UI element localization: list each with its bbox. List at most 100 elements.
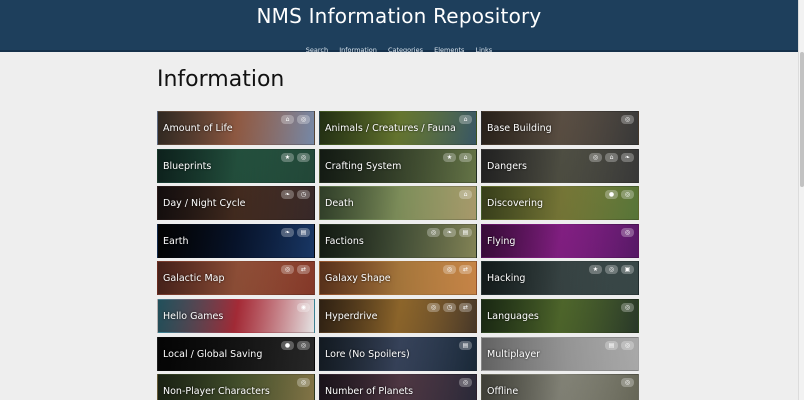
info-icon[interactable]: ◎ [297, 153, 310, 162]
nav-link-information[interactable]: Information [339, 46, 377, 54]
topic-tile[interactable]: Dangers ◎ ⌂ ❧ [481, 149, 639, 183]
nav-link-categories[interactable]: Categories [388, 46, 423, 54]
topic-tile-label: Galaxy Shape [325, 273, 391, 284]
link-icon[interactable]: ⇄ [297, 265, 310, 274]
tile-badges: ★ ◎ ▣ [589, 265, 634, 274]
topic-tile[interactable]: Non-Player Characters ◎ [157, 374, 315, 400]
info-icon[interactable]: ◎ [589, 153, 602, 162]
tag-icon[interactable]: ⌂ [459, 153, 472, 162]
tile-badges: ◎ ⇄ [281, 265, 310, 274]
tile-badges: ◎ ◷ ⇄ [427, 303, 472, 312]
topic-tile[interactable]: Galactic Map ◎ ⇄ [157, 261, 315, 295]
tile-badges: ◎ [297, 378, 310, 387]
info-icon[interactable]: ◎ [459, 378, 472, 387]
star-icon[interactable]: ★ [281, 153, 294, 162]
info-icon[interactable]: ◎ [297, 378, 310, 387]
pin-icon[interactable]: ● [605, 190, 618, 199]
clock-icon[interactable]: ◷ [297, 190, 310, 199]
top-nav: Search Information Categories Elements L… [0, 37, 798, 56]
nav-link-elements[interactable]: Elements [434, 46, 464, 54]
info-icon[interactable]: ◎ [621, 378, 634, 387]
topic-tile[interactable]: Offline ◎ [481, 374, 639, 400]
info-icon[interactable]: ◎ [621, 303, 634, 312]
info-icon[interactable]: ◎ [621, 228, 634, 237]
clock-icon[interactable]: ◷ [443, 303, 456, 312]
topic-tile-label: Hello Games [163, 311, 224, 322]
topic-tile-label: Discovering [487, 198, 544, 209]
topic-tile[interactable]: Hyperdrive ◎ ◷ ⇄ [319, 299, 477, 333]
eye-icon[interactable]: ◉ [297, 303, 310, 312]
topic-tile[interactable]: Base Building ◎ [481, 111, 639, 145]
tile-badges: ◎ ⇄ [443, 265, 472, 274]
doc-icon[interactable]: ▤ [605, 341, 618, 350]
topic-tile-label: Multiplayer [487, 349, 541, 360]
nav-link-links[interactable]: Links [476, 46, 493, 54]
info-icon[interactable]: ◎ [297, 341, 310, 350]
scrollbar-thumb[interactable] [800, 52, 804, 187]
doc-icon[interactable]: ▤ [459, 341, 472, 350]
topic-tile[interactable]: Day / Night Cycle ❧ ◷ [157, 186, 315, 220]
link-icon[interactable]: ⇄ [459, 265, 472, 274]
info-icon[interactable]: ◎ [621, 115, 634, 124]
topic-tile[interactable]: Crafting System ★ ⌂ [319, 149, 477, 183]
topic-tile-label: Offline [487, 386, 519, 397]
pin-icon[interactable]: ● [281, 341, 294, 350]
topic-tile[interactable]: Number of Planets ◎ [319, 374, 477, 400]
link-icon[interactable]: ⇄ [459, 303, 472, 312]
info-icon[interactable]: ◎ [281, 265, 294, 274]
topic-tile[interactable]: Blueprints ★ ◎ [157, 149, 315, 183]
topic-tile[interactable]: Amount of Life ⌂ ◎ [157, 111, 315, 145]
topic-tile-label: Blueprints [163, 161, 212, 172]
topic-tile[interactable]: Discovering ● ◎ [481, 186, 639, 220]
topic-tile[interactable]: Multiplayer ▤ ◎ [481, 337, 639, 371]
topic-tile[interactable]: Hacking ★ ◎ ▣ [481, 261, 639, 295]
doc-icon[interactable]: ▤ [459, 228, 472, 237]
info-icon[interactable]: ◎ [443, 265, 456, 274]
star-icon[interactable]: ★ [589, 265, 602, 274]
topic-tile[interactable]: Languages ◎ [481, 299, 639, 333]
leaf-icon[interactable]: ❧ [281, 228, 294, 237]
tile-badges: ◎ ❧ ▤ [427, 228, 472, 237]
doc-icon[interactable]: ▤ [297, 228, 310, 237]
topic-tile-label: Dangers [487, 161, 527, 172]
tag-icon[interactable]: ⌂ [459, 190, 472, 199]
info-icon[interactable]: ◎ [605, 265, 618, 274]
tile-badges: ⌂ [459, 190, 472, 199]
tile-badges: ⌂ ◎ [281, 115, 310, 124]
info-icon[interactable]: ◎ [621, 190, 634, 199]
tile-badges: ❧ ▤ [281, 228, 310, 237]
info-icon[interactable]: ◎ [427, 303, 440, 312]
topic-tile[interactable]: Flying ◎ [481, 224, 639, 258]
topic-tile[interactable]: Lore (No Spoilers) ▤ [319, 337, 477, 371]
topic-tile-label: Amount of Life [163, 123, 233, 134]
tile-badges: ◎ [459, 378, 472, 387]
tag-icon[interactable]: ⌂ [459, 115, 472, 124]
lock-icon[interactable]: ▣ [621, 265, 634, 274]
topic-tile[interactable]: Galaxy Shape ◎ ⇄ [319, 261, 477, 295]
star-icon[interactable]: ★ [443, 153, 456, 162]
page-scrollbar[interactable] [798, 0, 804, 400]
site-title[interactable]: NMS Information Repository [0, 4, 798, 28]
nav-link-search[interactable]: Search [306, 46, 328, 54]
topic-tile-label: Languages [487, 311, 539, 322]
topic-tile-label: Hacking [487, 273, 526, 284]
tile-badges: ◎ [621, 378, 634, 387]
tile-badges: ◎ [621, 303, 634, 312]
leaf-icon[interactable]: ❧ [281, 190, 294, 199]
tag-icon[interactable]: ⌂ [281, 115, 294, 124]
topic-tile[interactable]: Death ⌂ [319, 186, 477, 220]
leaf-icon[interactable]: ❧ [443, 228, 456, 237]
info-icon[interactable]: ◎ [621, 341, 634, 350]
topic-tile[interactable]: Earth ❧ ▤ [157, 224, 315, 258]
info-icon[interactable]: ◎ [427, 228, 440, 237]
tag-icon[interactable]: ⌂ [605, 153, 618, 162]
info-icon[interactable]: ◎ [297, 115, 310, 124]
leaf-icon[interactable]: ❧ [621, 153, 634, 162]
topic-tile[interactable]: Animals / Creatures / Fauna ⌂ [319, 111, 477, 145]
tile-badges: ● ◎ [605, 190, 634, 199]
topic-tile[interactable]: Hello Games ◉ [157, 299, 315, 333]
topic-tile[interactable]: Factions ◎ ❧ ▤ [319, 224, 477, 258]
tile-badges: ● ◎ [281, 341, 310, 350]
topic-tile[interactable]: Local / Global Saving ● ◎ [157, 337, 315, 371]
topic-tile-label: Galactic Map [163, 273, 225, 284]
